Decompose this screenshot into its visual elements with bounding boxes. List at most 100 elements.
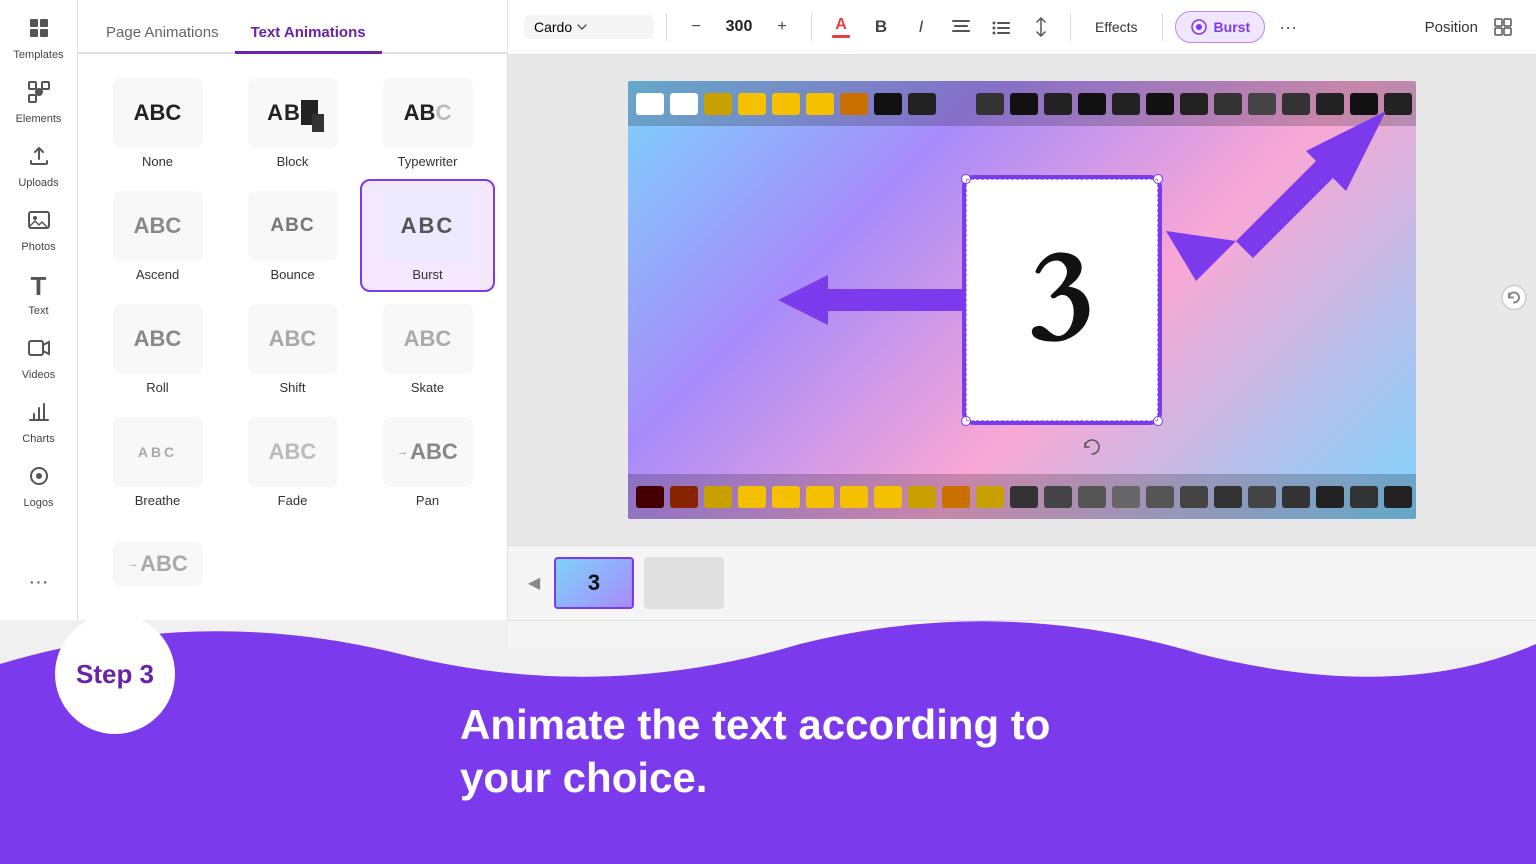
burst-active-button[interactable]: Burst xyxy=(1175,11,1266,43)
anim-item-burst[interactable]: ABC Burst xyxy=(360,179,495,292)
film-hole xyxy=(1384,93,1412,115)
arrow-top-right-icon xyxy=(1166,111,1386,291)
bottom-section: Step 3 Animate the text according to you… xyxy=(0,584,1536,864)
selection-handle-tl xyxy=(961,174,971,184)
tab-page-animations[interactable]: Page Animations xyxy=(90,14,235,54)
sidebar-item-elements-label: Elements xyxy=(16,113,62,125)
anim-item-bounce[interactable]: ABC Bounce xyxy=(225,179,360,292)
tab-text-animations[interactable]: Text Animations xyxy=(235,14,382,54)
anim-preview-roll: ABC xyxy=(113,304,203,374)
font-name: Cardo xyxy=(534,19,572,35)
film-hole xyxy=(1010,93,1038,115)
sidebar-item-elements[interactable]: Elements xyxy=(4,72,74,132)
anim-item-shift[interactable]: ABC Shift xyxy=(225,292,360,405)
anim-preview-fade: ABC xyxy=(248,417,338,487)
videos-icon xyxy=(27,336,51,366)
sidebar-item-photos-label: Photos xyxy=(21,241,55,253)
film-hole xyxy=(738,486,766,508)
grid-view-button[interactable] xyxy=(1486,10,1520,44)
anim-label-typewriter: Typewriter xyxy=(398,154,458,169)
divider-4 xyxy=(1162,13,1163,41)
sidebar-item-photos[interactable]: Photos xyxy=(4,200,74,260)
anim-item-skate[interactable]: ABC Skate xyxy=(360,292,495,405)
position-label[interactable]: Position xyxy=(1425,19,1478,36)
canvas-number: 3 xyxy=(1029,235,1096,365)
align-button[interactable] xyxy=(944,10,978,44)
film-holes-bottom xyxy=(628,474,1416,519)
anim-preview-pan: → ABC xyxy=(383,417,473,487)
italic-button[interactable]: I xyxy=(904,10,938,44)
refresh-button[interactable] xyxy=(1500,284,1528,317)
anim-item-typewriter[interactable]: ABC Typewriter xyxy=(360,66,495,179)
anim-item-fade[interactable]: ABC Fade xyxy=(225,405,360,518)
selection-handle-tr xyxy=(1153,174,1163,184)
anim-preview-block: ABC xyxy=(248,78,338,148)
anim-label-roll: Roll xyxy=(146,380,168,395)
anim-label-burst: Burst xyxy=(412,267,442,282)
sidebar-item-text[interactable]: T Text xyxy=(4,264,74,324)
sidebar-item-logos-label: Logos xyxy=(24,497,54,509)
film-hole xyxy=(874,486,902,508)
bold-button[interactable]: B xyxy=(864,10,898,44)
spacing-icon xyxy=(1031,17,1051,37)
rotate-handle[interactable] xyxy=(1082,437,1102,462)
anim-preview-bounce: ABC xyxy=(248,191,338,261)
film-hole xyxy=(840,93,868,115)
sidebar-item-logos[interactable]: Logos xyxy=(4,456,74,516)
anim-label-bounce: Bounce xyxy=(270,267,314,282)
film-hole xyxy=(976,93,1004,115)
film-hole xyxy=(1112,93,1140,115)
film-hole xyxy=(1180,486,1208,508)
film-background: 3 xyxy=(628,81,1416,519)
font-size-decrease-button[interactable]: − xyxy=(679,10,713,44)
sidebar-item-charts[interactable]: Charts xyxy=(4,392,74,452)
anim-preview-rise: → ABC xyxy=(113,542,203,586)
film-hole xyxy=(1350,486,1378,508)
anim-label-ascend: Ascend xyxy=(136,267,179,282)
anim-item-breathe[interactable]: ABC Breathe xyxy=(90,405,225,518)
film-hole xyxy=(1282,486,1310,508)
anim-item-pan[interactable]: → ABC Pan xyxy=(360,405,495,518)
step-description: Animate the text according to your choic… xyxy=(460,699,1320,804)
anim-item-roll[interactable]: ABC Roll xyxy=(90,292,225,405)
sidebar-item-uploads[interactable]: Uploads xyxy=(4,136,74,196)
film-hole xyxy=(1112,486,1140,508)
effects-button[interactable]: Effects xyxy=(1083,15,1150,39)
spacing-button[interactable] xyxy=(1024,10,1058,44)
film-hole xyxy=(1044,93,1072,115)
font-selector[interactable]: Cardo xyxy=(524,15,654,39)
film-hole xyxy=(806,486,834,508)
anim-item-none[interactable]: ABC None xyxy=(90,66,225,179)
elements-icon xyxy=(27,80,51,110)
color-a-icon: A xyxy=(835,16,847,34)
film-hole xyxy=(704,486,732,508)
center-card[interactable]: 3 xyxy=(962,175,1162,425)
list-icon xyxy=(991,19,1011,35)
anim-label-pan: Pan xyxy=(416,493,439,508)
sidebar-item-templates[interactable]: Templates xyxy=(4,8,74,68)
film-hole xyxy=(976,486,1004,508)
font-size-increase-button[interactable]: + xyxy=(765,10,799,44)
divider-1 xyxy=(666,13,667,41)
burst-label: Burst xyxy=(1214,19,1251,35)
film-hole xyxy=(1214,486,1242,508)
film-hole xyxy=(738,93,766,115)
selection-handle-bl xyxy=(961,416,971,426)
list-button[interactable] xyxy=(984,10,1018,44)
anim-preview-shift: ABC xyxy=(248,304,338,374)
font-color-button[interactable]: A xyxy=(824,10,858,44)
toolbar-right: Position xyxy=(1425,10,1520,44)
divider-2 xyxy=(811,13,812,41)
film-hole xyxy=(636,93,664,115)
anim-item-block[interactable]: ABC Block xyxy=(225,66,360,179)
film-hole xyxy=(908,486,936,508)
sidebar-item-videos-label: Videos xyxy=(22,369,55,381)
refresh-icon xyxy=(1500,284,1528,312)
more-options-button[interactable]: ··· xyxy=(1271,10,1305,44)
anim-item-ascend[interactable]: ABC Ascend xyxy=(90,179,225,292)
sidebar-item-uploads-label: Uploads xyxy=(18,177,58,189)
chevron-down-icon xyxy=(576,21,588,33)
sidebar-item-videos[interactable]: Videos xyxy=(4,328,74,388)
film-hole xyxy=(772,486,800,508)
film-hole xyxy=(1146,486,1174,508)
